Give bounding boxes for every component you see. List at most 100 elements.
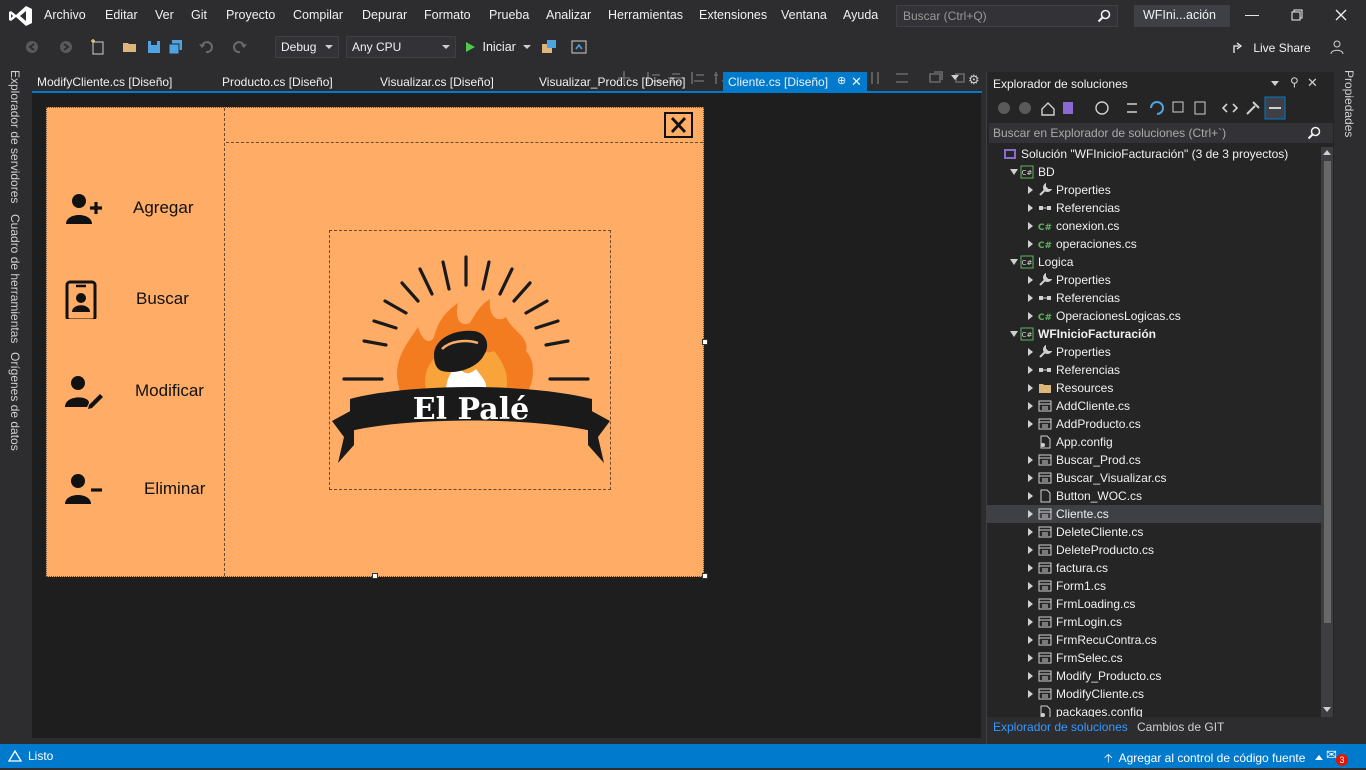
collapsed-arrow-icon[interactable] [1028, 654, 1033, 662]
tree-item[interactable]: Properties [987, 271, 1321, 289]
collapsed-arrow-icon[interactable] [1028, 186, 1033, 194]
configuration-dropdown[interactable]: Debug [275, 36, 339, 58]
save-icon[interactable] [146, 39, 162, 55]
menu-item-ver[interactable]: Ver [155, 8, 174, 22]
tab-toolbox[interactable]: Cuadro de herramientas [8, 214, 22, 343]
collapsed-arrow-icon[interactable] [1028, 402, 1033, 410]
menu-item-depurar[interactable]: Depurar [362, 8, 407, 22]
pin-icon[interactable]: ⊕ [837, 74, 846, 87]
tree-item[interactable]: Solución "WFInicioFacturación" (3 de 3 p… [987, 145, 1321, 163]
collapsed-arrow-icon[interactable] [1028, 240, 1033, 248]
tree-item[interactable]: Referencias [987, 289, 1321, 307]
collapsed-arrow-icon[interactable] [1028, 474, 1033, 482]
back-icon[interactable] [24, 39, 40, 55]
menu-item-analizar[interactable]: Analizar [546, 8, 591, 22]
collapsed-arrow-icon[interactable] [1028, 672, 1033, 680]
tab-solution-explorer[interactable]: Explorador de soluciones [993, 720, 1128, 734]
tree-scrollbar[interactable] [1321, 147, 1333, 717]
menu-item-proyecto[interactable]: Proyecto [226, 8, 275, 22]
menu-item-git[interactable]: Git [191, 8, 207, 22]
collapsed-arrow-icon[interactable] [1028, 564, 1033, 572]
tree-item[interactable]: C# WFInicioFacturación [987, 325, 1321, 343]
forward-icon[interactable] [58, 39, 74, 55]
collapsed-arrow-icon[interactable] [1028, 276, 1033, 284]
resize-handle-corner[interactable] [702, 573, 708, 579]
scroll-up-icon[interactable] [1323, 150, 1331, 155]
tree-item[interactable]: ModifyCliente.cs [987, 685, 1321, 703]
menu-item-extensiones[interactable]: Extensiones [699, 8, 767, 22]
tree-item[interactable]: FrmLoading.cs [987, 595, 1321, 613]
collapsed-arrow-icon[interactable] [1028, 582, 1033, 590]
tab-properties[interactable]: Propiedades [1342, 70, 1356, 137]
platform-dropdown[interactable]: Any CPU [346, 36, 456, 58]
tree-item[interactable]: FrmLogin.cs [987, 613, 1321, 631]
save-all-icon[interactable] [168, 39, 184, 55]
collapsed-arrow-icon[interactable] [1028, 420, 1033, 428]
menu-item-compilar[interactable]: Compilar [293, 8, 343, 22]
tab-data-sources[interactable]: Orígenes de datos [8, 352, 22, 451]
collapsed-arrow-icon[interactable] [1028, 222, 1033, 230]
collapsed-arrow-icon[interactable] [1028, 528, 1033, 536]
tree-item[interactable]: Buscar_Prod.cs [987, 451, 1321, 469]
menu-item-ventana[interactable]: Ventana [781, 8, 827, 22]
collapsed-arrow-icon[interactable] [1028, 600, 1033, 608]
tree-item[interactable]: DeleteProducto.cs [987, 541, 1321, 559]
agregar-button[interactable]: Agregar [47, 178, 225, 238]
tab-modifycliente[interactable]: ModifyCliente.cs [Diseño] [32, 72, 177, 92]
tab-dropdown-icon[interactable] [951, 75, 959, 80]
pin-panel-icon[interactable]: ⚲ [1290, 75, 1299, 89]
tree-item[interactable]: App.config [987, 433, 1321, 451]
expanded-arrow-icon[interactable] [1010, 169, 1018, 175]
close-tab-icon[interactable]: ✕ [851, 74, 862, 90]
tab-git-changes[interactable]: Cambios de GIT [1137, 720, 1224, 734]
new-project-icon[interactable] [90, 39, 106, 55]
solution-search-input[interactable]: Buscar en Explorador de soluciones (Ctrl… [989, 123, 1333, 143]
collapsed-arrow-icon[interactable] [1028, 366, 1033, 374]
tree-item[interactable]: C# conexion.cs [987, 217, 1321, 235]
menu-item-herramientas[interactable]: Herramientas [608, 8, 683, 22]
collapsed-arrow-icon[interactable] [1028, 456, 1033, 464]
tree-item[interactable]: packages.config [987, 703, 1321, 717]
panel-dropdown-icon[interactable] [1271, 81, 1279, 86]
collapsed-arrow-icon[interactable] [1028, 510, 1033, 518]
menu-item-editar[interactable]: Editar [105, 8, 138, 22]
search-input[interactable]: Buscar (Ctrl+Q) [896, 5, 1118, 27]
settings-gear-icon[interactable]: ⚙ [968, 72, 980, 88]
redo-icon[interactable] [232, 39, 248, 55]
tree-item[interactable]: AddCliente.cs [987, 397, 1321, 415]
tree-item[interactable]: Referencias [987, 199, 1321, 217]
tree-item[interactable]: Properties [987, 181, 1321, 199]
tree-item[interactable]: C# operaciones.cs [987, 235, 1321, 253]
scroll-down-icon[interactable] [1323, 707, 1331, 712]
tree-item[interactable]: factura.cs [987, 559, 1321, 577]
minimize-icon[interactable]: — [1237, 6, 1267, 26]
menu-item-archivo[interactable]: Archivo [44, 8, 86, 22]
resize-handle-bottom[interactable] [372, 573, 378, 579]
tree-item[interactable]: Referencias [987, 361, 1321, 379]
start-button[interactable]: Iniciar [464, 40, 532, 54]
tree-item[interactable]: DeleteCliente.cs [987, 523, 1321, 541]
scrollbar-thumb[interactable] [1324, 161, 1331, 623]
menu-item-prueba[interactable]: Prueba [489, 8, 529, 22]
logo-picturebox[interactable]: El Palé [329, 230, 611, 490]
add-source-control-button[interactable]: 🡡 Agregar al control de código fuente [1104, 749, 1323, 770]
collapsed-arrow-icon[interactable] [1028, 312, 1033, 320]
tab-server-explorer[interactable]: Explorador de servidores [8, 70, 22, 203]
buscar-button[interactable]: Buscar [47, 269, 225, 329]
menu-item-ayuda[interactable]: Ayuda [843, 8, 878, 22]
tree-item[interactable]: FrmSelec.cs [987, 649, 1321, 667]
tab-producto[interactable]: Producto.cs [Diseño] [217, 72, 338, 92]
expanded-arrow-icon[interactable] [1010, 259, 1018, 265]
collapsed-arrow-icon[interactable] [1028, 204, 1033, 212]
collapsed-arrow-icon[interactable] [1028, 618, 1033, 626]
tree-item[interactable]: Buscar_Visualizar.cs [987, 469, 1321, 487]
close-panel-icon[interactable]: ✕ [1307, 75, 1318, 91]
collapsed-arrow-icon[interactable] [1028, 546, 1033, 554]
menu-item-formato[interactable]: Formato [424, 8, 471, 22]
tree-item[interactable]: Resources [987, 379, 1321, 397]
tree-item[interactable]: C# BD [987, 163, 1321, 181]
undo-icon[interactable] [198, 39, 214, 55]
tree-item[interactable]: Properties [987, 343, 1321, 361]
collapsed-arrow-icon[interactable] [1028, 492, 1033, 500]
tree-item[interactable]: AddProducto.cs [987, 415, 1321, 433]
